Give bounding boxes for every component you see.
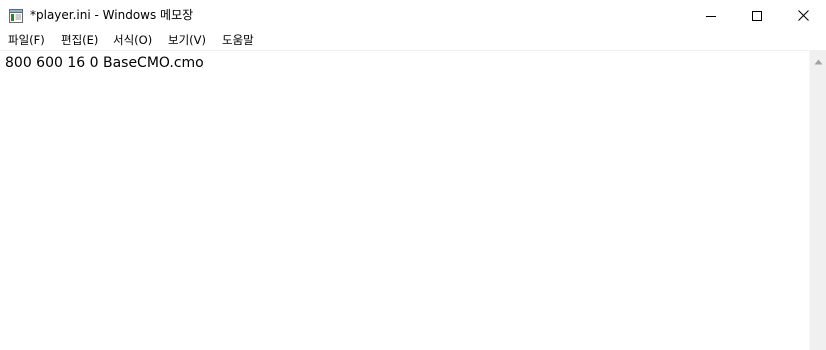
scroll-up-button[interactable] (810, 51, 826, 68)
close-icon (797, 6, 809, 25)
menu-view[interactable]: 보기(V) (168, 31, 206, 50)
notepad-icon[interactable] (9, 8, 23, 23)
notepad-window: *player.ini - Windows 메모장 파일(F) 편집(E) 서식… (0, 0, 826, 350)
maximize-button[interactable] (734, 0, 780, 30)
menu-format[interactable]: 서식(O) (113, 31, 152, 50)
window-title: *player.ini - Windows 메모장 (30, 8, 194, 22)
scroll-up-arrow-icon (814, 50, 823, 69)
minimize-icon (706, 6, 716, 25)
menu-bar: 파일(F) 편집(E) 서식(O) 보기(V) 도움말 (0, 30, 826, 50)
editor-content[interactable]: 800 600 16 0 BaseCMO.cmo (5, 54, 204, 72)
close-button[interactable] (780, 0, 826, 30)
maximize-icon (752, 6, 762, 25)
minimize-button[interactable] (688, 0, 734, 30)
menu-edit[interactable]: 편집(E) (61, 31, 98, 50)
vertical-scrollbar[interactable] (809, 51, 826, 350)
text-editor[interactable]: 800 600 16 0 BaseCMO.cmo (0, 51, 809, 350)
menu-help[interactable]: 도움말 (222, 31, 254, 50)
menu-file[interactable]: 파일(F) (8, 31, 45, 50)
title-bar[interactable]: *player.ini - Windows 메모장 (0, 0, 826, 30)
